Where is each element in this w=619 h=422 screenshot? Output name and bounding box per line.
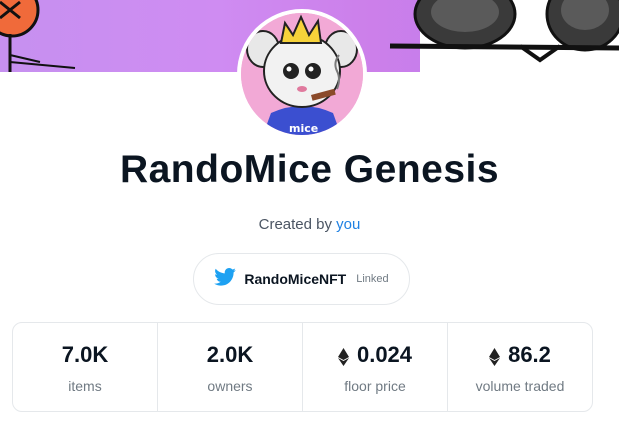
stat-items[interactable]: 7.0K items xyxy=(13,323,158,411)
collection-stats: 7.0K items 2.0K owners 0.024 floor price xyxy=(12,322,593,412)
stat-volume-traded[interactable]: 86.2 volume traded xyxy=(448,323,592,411)
created-by-line: Created by you xyxy=(0,216,619,233)
banner-left-figure xyxy=(0,0,76,72)
stat-owners-value: 2.0K xyxy=(206,342,254,367)
created-by-label: Created by xyxy=(258,216,332,233)
eth-icon xyxy=(337,346,349,366)
stat-value: 0.024 xyxy=(337,340,413,370)
stat-value: 7.0K xyxy=(62,340,108,370)
stat-owners-label: owners xyxy=(207,378,253,394)
svg-text:mice: mice xyxy=(289,122,318,135)
collection-title: RandoMice Genesis xyxy=(119,148,500,191)
banner-right-figure xyxy=(389,0,619,72)
twitter-linked-status: Linked xyxy=(356,273,389,285)
stat-volume-traded-value: 86.2 xyxy=(508,342,551,367)
stat-value: 86.2 xyxy=(489,340,551,370)
eth-icon xyxy=(489,346,501,366)
creator-link[interactable]: you xyxy=(336,216,360,233)
twitter-bird-icon xyxy=(214,267,237,291)
collection-avatar: mice xyxy=(241,13,363,135)
stat-floor-price[interactable]: 0.024 floor price xyxy=(303,323,448,411)
stat-items-label: items xyxy=(68,378,102,394)
stat-owners[interactable]: 2.0K owners xyxy=(158,323,303,411)
stat-floor-price-label: floor price xyxy=(344,378,406,394)
twitter-link-pill[interactable]: RandoMiceNFT Linked xyxy=(193,253,410,305)
twitter-handle: RandoMiceNFT xyxy=(244,271,347,287)
stat-value: 2.0K xyxy=(207,340,253,370)
stat-volume-traded-label: volume traded xyxy=(475,378,565,394)
stat-items-value: 7.0K xyxy=(61,342,109,367)
stat-floor-price-value: 0.024 xyxy=(356,342,413,367)
